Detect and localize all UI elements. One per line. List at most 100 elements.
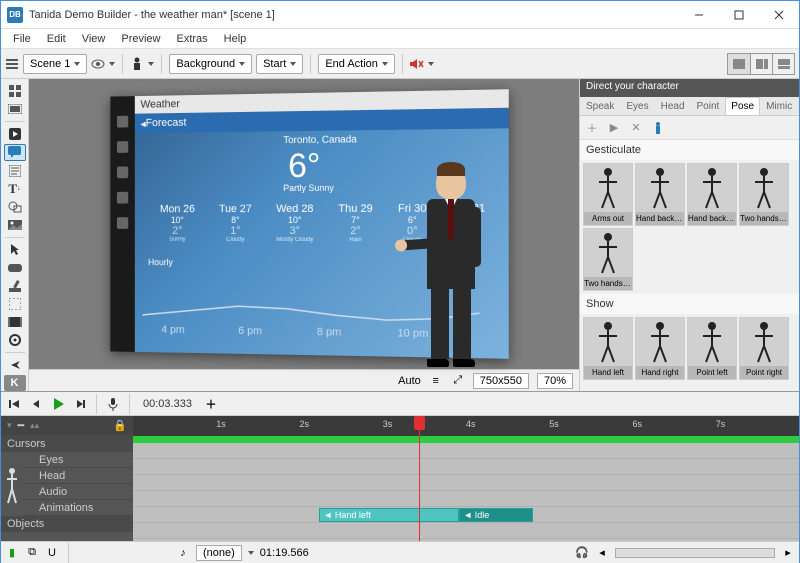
timeline-tracks[interactable]: 1s2s3s4s5s6s7s ◄ Hand left ◄ Idle	[133, 416, 799, 541]
menu-preview[interactable]: Preview	[113, 31, 168, 47]
fit-icon[interactable]: ⤢	[451, 374, 465, 388]
start-dropdown[interactable]: Start	[256, 54, 303, 74]
auto-label[interactable]: Auto	[398, 375, 421, 387]
edit-tool-icon[interactable]	[4, 278, 26, 294]
snap-icon[interactable]: ⧉	[25, 546, 39, 560]
mic-icon[interactable]	[104, 395, 122, 413]
menu-edit[interactable]: Edit	[39, 31, 74, 47]
menu-help[interactable]: Help	[216, 31, 255, 47]
track-animations[interactable]: Animations	[23, 500, 133, 516]
tab-head[interactable]: Head	[655, 97, 691, 115]
layout-toggle[interactable]	[727, 53, 795, 75]
track-eyes[interactable]: Eyes	[23, 452, 133, 468]
pose-hand-back-left[interactable]: Hand back left	[635, 163, 685, 226]
image-tool-icon[interactable]	[4, 217, 26, 233]
character-panel: Direct your character SpeakEyesHeadPoint…	[579, 79, 799, 391]
step-fwd-icon[interactable]	[71, 395, 89, 413]
start-label: Start	[263, 58, 286, 70]
timeline-scrollbar[interactable]	[615, 548, 775, 558]
visibility-icon[interactable]	[91, 57, 105, 71]
timeline: 00:03.333 ＋ ▾━▴▴🔒 Cursors Eyes Head Audi…	[1, 391, 799, 563]
tab-point[interactable]: Point	[691, 97, 726, 115]
gear-tool-icon[interactable]	[4, 332, 26, 348]
clip-hand-left[interactable]: ◄ Hand left	[319, 508, 459, 522]
tab-speak[interactable]: Speak	[580, 97, 620, 115]
minimize-button[interactable]	[679, 1, 719, 29]
pose-point-left[interactable]: Point left	[687, 317, 737, 380]
k-tool-icon[interactable]: K	[4, 375, 26, 391]
step-back-icon[interactable]	[27, 395, 45, 413]
track-objects[interactable]: Objects	[1, 516, 133, 532]
scenes-list-icon[interactable]	[5, 57, 19, 71]
timeline-scene-bar[interactable]	[133, 436, 799, 443]
scroll-right-icon[interactable]: ▸	[781, 546, 795, 560]
tab-mimic[interactable]: Mimic	[760, 97, 798, 115]
play-tool-icon[interactable]	[4, 126, 26, 142]
section-show: Show	[580, 294, 799, 314]
close-button[interactable]	[759, 1, 799, 29]
zone-tool-icon[interactable]	[4, 296, 26, 312]
button-tool-icon[interactable]	[4, 260, 26, 276]
magnet-icon[interactable]: U	[45, 546, 59, 560]
pose-two-hands-forw[interactable]: Two hands forw	[583, 228, 633, 291]
clip-idle[interactable]: ◄ Idle	[459, 508, 532, 522]
canvas-stage[interactable]: Weather ◂ Forecast Toronto, Canada 6° Pa…	[29, 79, 579, 369]
align-icon[interactable]: ≡	[429, 374, 443, 388]
pose-point-right[interactable]: Point right	[739, 317, 789, 380]
timeline-ruler[interactable]: 1s2s3s4s5s6s7s	[133, 416, 799, 436]
grid-icon[interactable]	[4, 83, 26, 99]
layout-option-3[interactable]	[772, 54, 794, 74]
shapes-tool-icon[interactable]	[4, 199, 26, 215]
svg-text:8 pm: 8 pm	[317, 326, 341, 339]
pose-hand-back-right[interactable]: Hand back right	[687, 163, 737, 226]
pointer-tool-icon[interactable]	[4, 242, 26, 258]
pose-hand-right[interactable]: Hand right	[635, 317, 685, 380]
track-cursors[interactable]: Cursors	[1, 436, 133, 452]
scroll-left-icon[interactable]: ◂	[595, 546, 609, 560]
balloon-tool-icon[interactable]	[4, 144, 26, 161]
menu-file[interactable]: File	[5, 31, 39, 47]
tab-pose[interactable]: Pose	[725, 97, 760, 115]
titlebar: DB Tanida Demo Builder - the weather man…	[1, 1, 799, 29]
canvas-statusbar: Auto ≡ ⤢ 750x550 70%	[29, 369, 579, 391]
arrow-left-icon[interactable]	[4, 357, 26, 373]
tab-eyes[interactable]: Eyes	[620, 97, 654, 115]
playhead[interactable]	[419, 416, 420, 541]
audio-track-icon[interactable]: ♪	[176, 546, 190, 560]
character-icon[interactable]	[130, 57, 144, 71]
delete-pose-icon[interactable]: ✕	[628, 120, 644, 136]
audio-track-select[interactable]: (none)	[196, 545, 242, 561]
end-action-label: End Action	[325, 58, 378, 70]
weather-app-title: Weather	[140, 98, 179, 110]
pose-arms-out[interactable]: Arms out	[583, 163, 633, 226]
layout-option-2[interactable]	[750, 54, 772, 74]
track-audio[interactable]: Audio	[23, 484, 133, 500]
add-marker-icon[interactable]: ＋	[202, 395, 220, 413]
menu-view[interactable]: View	[74, 31, 114, 47]
add-pose-icon[interactable]: ＋	[584, 120, 600, 136]
film-tool-icon[interactable]	[4, 314, 26, 330]
play-icon[interactable]	[49, 395, 67, 413]
goto-start-icon[interactable]	[5, 395, 23, 413]
background-dropdown[interactable]: Background	[169, 54, 252, 74]
pose-hand-left[interactable]: Hand left	[583, 317, 633, 380]
weather-hourly-label: Hourly	[148, 257, 173, 267]
play-pose-icon[interactable]: ▶	[606, 120, 622, 136]
end-action-dropdown[interactable]: End Action	[318, 54, 395, 74]
maximize-button[interactable]	[719, 1, 759, 29]
track-head[interactable]: Head	[23, 468, 133, 484]
window-title: Tanida Demo Builder - the weather man* […	[29, 9, 679, 21]
layout-option-1[interactable]	[728, 54, 750, 74]
canvas-zoom[interactable]: 70%	[537, 373, 573, 389]
menu-extras[interactable]: Extras	[168, 31, 215, 47]
character[interactable]	[407, 165, 495, 365]
scene-selector[interactable]: Scene 1	[23, 54, 87, 74]
panel-actions: ＋ ▶ ✕	[580, 116, 799, 140]
text-tool-icon[interactable]: T↓	[4, 181, 26, 197]
mute-icon[interactable]	[410, 57, 424, 71]
note-tool-icon[interactable]	[4, 163, 26, 179]
headphones-icon[interactable]: 🎧	[575, 546, 589, 560]
layer-icon[interactable]: ▮	[5, 546, 19, 560]
pose-two-hands-back[interactable]: Two hands back	[739, 163, 789, 226]
frame-icon[interactable]	[4, 101, 26, 117]
